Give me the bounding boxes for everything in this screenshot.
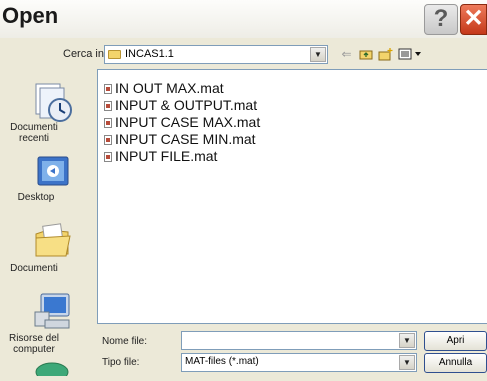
network-icon[interactable] [34, 360, 70, 381]
look-in-label: Cerca in: [63, 48, 108, 60]
back-arrow-icon[interactable]: ⇐ [339, 48, 354, 61]
view-menu-icon[interactable] [398, 48, 424, 61]
list-item[interactable]: INPUT CASE MIN.mat [104, 131, 256, 148]
look-in-combo[interactable]: INCAS1.1 ▼ [104, 45, 328, 64]
look-in-value: INCAS1.1 [125, 48, 174, 60]
cancel-button[interactable]: Annulla [424, 353, 487, 373]
chevron-down-icon[interactable]: ▼ [310, 47, 326, 62]
documents-folder-icon[interactable] [33, 220, 73, 265]
filetype-select[interactable]: MAT-files (*.mat) ▼ [181, 353, 417, 372]
filetype-value: MAT-files (*.mat) [185, 356, 259, 367]
up-folder-icon[interactable] [358, 48, 373, 61]
folder-icon [108, 50, 121, 59]
chevron-down-icon[interactable]: ▼ [399, 333, 415, 348]
help-button[interactable]: ? [424, 4, 458, 35]
my-computer-icon[interactable] [33, 292, 73, 337]
desktop-icon[interactable] [36, 155, 72, 196]
chevron-down-icon[interactable]: ▼ [399, 355, 415, 370]
place-documents-label: Documenti [10, 263, 58, 274]
filetype-label: Tipo file: [102, 357, 140, 368]
dialog-title: Open [2, 3, 59, 28]
file-icon [104, 101, 112, 111]
file-icon [104, 135, 112, 145]
close-button[interactable]: ✕ [460, 4, 487, 35]
file-icon [104, 118, 112, 128]
list-item[interactable]: IN OUT MAX.mat [104, 80, 224, 97]
filename-label: Nome file: [102, 336, 148, 347]
place-desktop-label: Desktop [17, 192, 55, 203]
new-folder-icon[interactable] [378, 48, 393, 61]
filename-field[interactable]: ▼ [181, 331, 417, 350]
open-button[interactable]: Apri [424, 331, 487, 351]
list-item[interactable]: INPUT & OUTPUT.mat [104, 97, 257, 114]
place-computer-label: Risorse del computer [8, 333, 60, 355]
title-bar [0, 0, 487, 38]
list-item[interactable]: INPUT FILE.mat [104, 148, 217, 165]
list-item[interactable]: INPUT CASE MAX.mat [104, 114, 260, 131]
place-recent-label: Documenti recenti [10, 122, 58, 144]
file-icon [104, 84, 112, 94]
file-icon [104, 152, 112, 162]
